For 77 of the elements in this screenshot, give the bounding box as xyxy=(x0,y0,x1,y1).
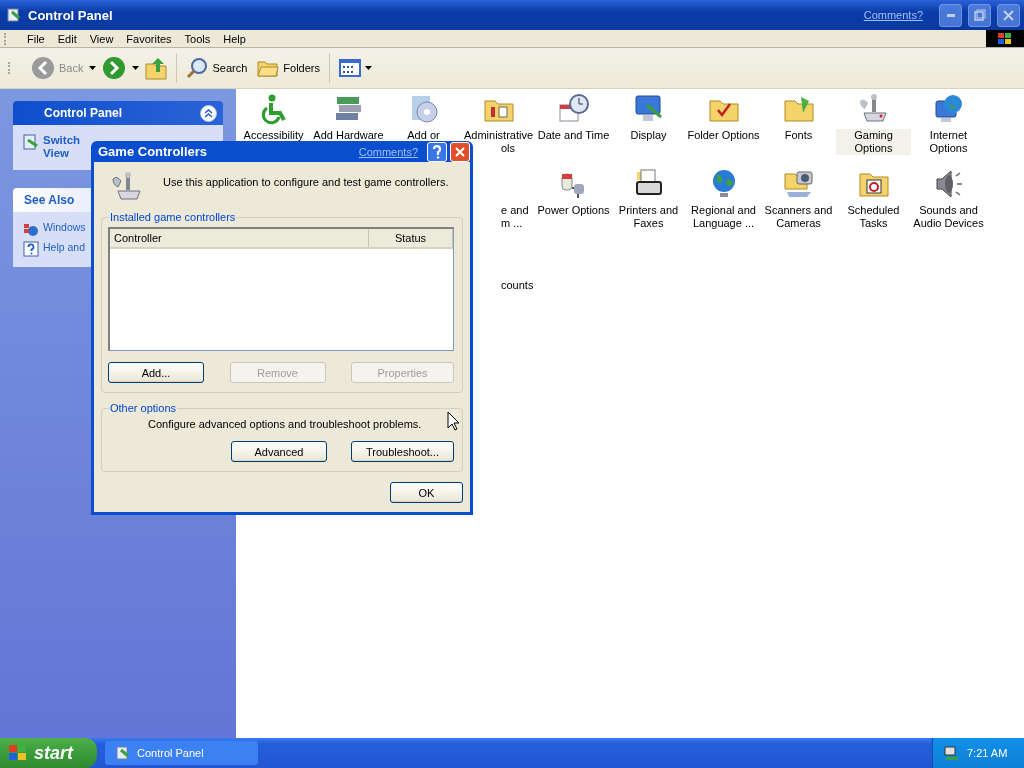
icon-label[interactable]: Add or xyxy=(386,129,461,142)
caret-icon[interactable] xyxy=(89,66,97,70)
comments-link[interactable]: Comments? xyxy=(358,145,418,158)
panel-title: See Also xyxy=(24,193,76,207)
icon-label[interactable]: Power Options xyxy=(536,204,611,217)
menu-item[interactable]: File xyxy=(21,32,52,45)
monitor-globe-icon xyxy=(932,92,965,125)
update-icon xyxy=(23,221,39,237)
folder-icon xyxy=(257,58,280,78)
restore-button[interactable] xyxy=(968,3,991,27)
icon-label[interactable]: Display xyxy=(611,129,686,142)
close-icon xyxy=(1003,9,1014,21)
switch-icon xyxy=(23,134,39,150)
close-icon xyxy=(455,146,465,157)
control-panel-icon xyxy=(115,745,131,761)
icon-label[interactable]: Scheduled Tasks xyxy=(836,204,911,230)
icon-label[interactable]: Gaming Options xyxy=(836,129,911,155)
caret-icon xyxy=(365,66,372,70)
search-icon xyxy=(186,57,209,79)
icon-label[interactable]: Regional and Language ... xyxy=(686,204,761,230)
chevron-icon[interactable] xyxy=(200,104,217,122)
sidebar-link[interactable]: Switch View xyxy=(43,134,81,160)
calendar-clock-icon xyxy=(557,92,590,125)
icon-label[interactable]: Sounds and Audio Devices xyxy=(911,204,986,230)
start-button[interactable]: start xyxy=(0,738,97,768)
windows-flag-icon xyxy=(8,744,28,762)
close-button[interactable] xyxy=(997,3,1020,27)
menu-item[interactable]: Edit xyxy=(51,32,84,45)
help-button[interactable] xyxy=(427,141,447,162)
controller-list[interactable]: Controller Status xyxy=(108,227,454,351)
icon-label[interactable]: Internet Options xyxy=(911,129,986,155)
folders-button[interactable]: Folders xyxy=(253,53,324,83)
comments-link[interactable]: Comments? xyxy=(863,9,923,21)
intro-text: Use this application to configure and test game controllers. xyxy=(163,176,449,188)
group-legend: Other options xyxy=(109,402,178,414)
icon-label[interactable]: Accessibility xyxy=(236,129,311,142)
icon-label[interactable]: Add Hardware xyxy=(311,129,386,142)
dialog-title: Game Controllers xyxy=(98,144,209,159)
menu-item[interactable]: View xyxy=(83,32,121,45)
clock: 7:21 AM xyxy=(967,747,1008,759)
restore-icon xyxy=(973,9,986,21)
menu-item[interactable]: Favorites xyxy=(120,32,179,45)
windows-flag-icon xyxy=(986,30,1024,47)
question-mark-icon xyxy=(432,144,442,159)
icon-label[interactable]: Fonts xyxy=(761,129,836,142)
menu-item[interactable]: Tools xyxy=(178,32,218,45)
caret-icon[interactable] xyxy=(132,66,140,70)
sidebar-link[interactable]: Help and xyxy=(43,241,86,254)
column-header[interactable]: Controller xyxy=(110,229,369,247)
dialog-button[interactable]: Advanced xyxy=(231,441,327,462)
menu-item[interactable]: Help xyxy=(217,32,253,45)
column-header[interactable]: Status xyxy=(369,229,453,247)
icon-label[interactable]: Folder Options xyxy=(686,129,761,142)
icon-label[interactable]: Scanners and Cameras xyxy=(761,204,836,230)
joystick-icon xyxy=(111,171,143,203)
ok-button[interactable]: OK xyxy=(390,482,463,503)
folder-up-icon xyxy=(145,56,168,80)
views-icon xyxy=(339,59,361,77)
group-legend: Installed game controllers xyxy=(109,211,237,223)
icon-label[interactable]: Administrative ols xyxy=(461,129,536,155)
minimize-icon xyxy=(946,13,955,17)
minimize-button[interactable] xyxy=(939,3,962,27)
window-title: Control Panel xyxy=(28,7,114,23)
icon-label[interactable]: Printers and Faxes xyxy=(611,204,686,230)
dialog-button[interactable]: Troubleshoot... xyxy=(351,441,454,462)
pointer-icon xyxy=(447,411,459,431)
options-text: Configure advanced options and troubleshoot problems. xyxy=(147,418,422,430)
dialog-button[interactable]: Add... xyxy=(108,362,204,383)
network-icon[interactable] xyxy=(943,745,961,761)
help-icon xyxy=(23,241,39,257)
sidebar-link[interactable]: Windows xyxy=(43,221,86,234)
taskbar-button[interactable]: Control Panel xyxy=(105,741,258,765)
control-panel-icon xyxy=(6,7,22,23)
search-button[interactable]: Search xyxy=(182,53,252,83)
panel-title: Control Panel xyxy=(44,106,123,120)
icon-label[interactable]: Date and Time xyxy=(536,129,611,142)
joystick-icon xyxy=(857,92,890,125)
